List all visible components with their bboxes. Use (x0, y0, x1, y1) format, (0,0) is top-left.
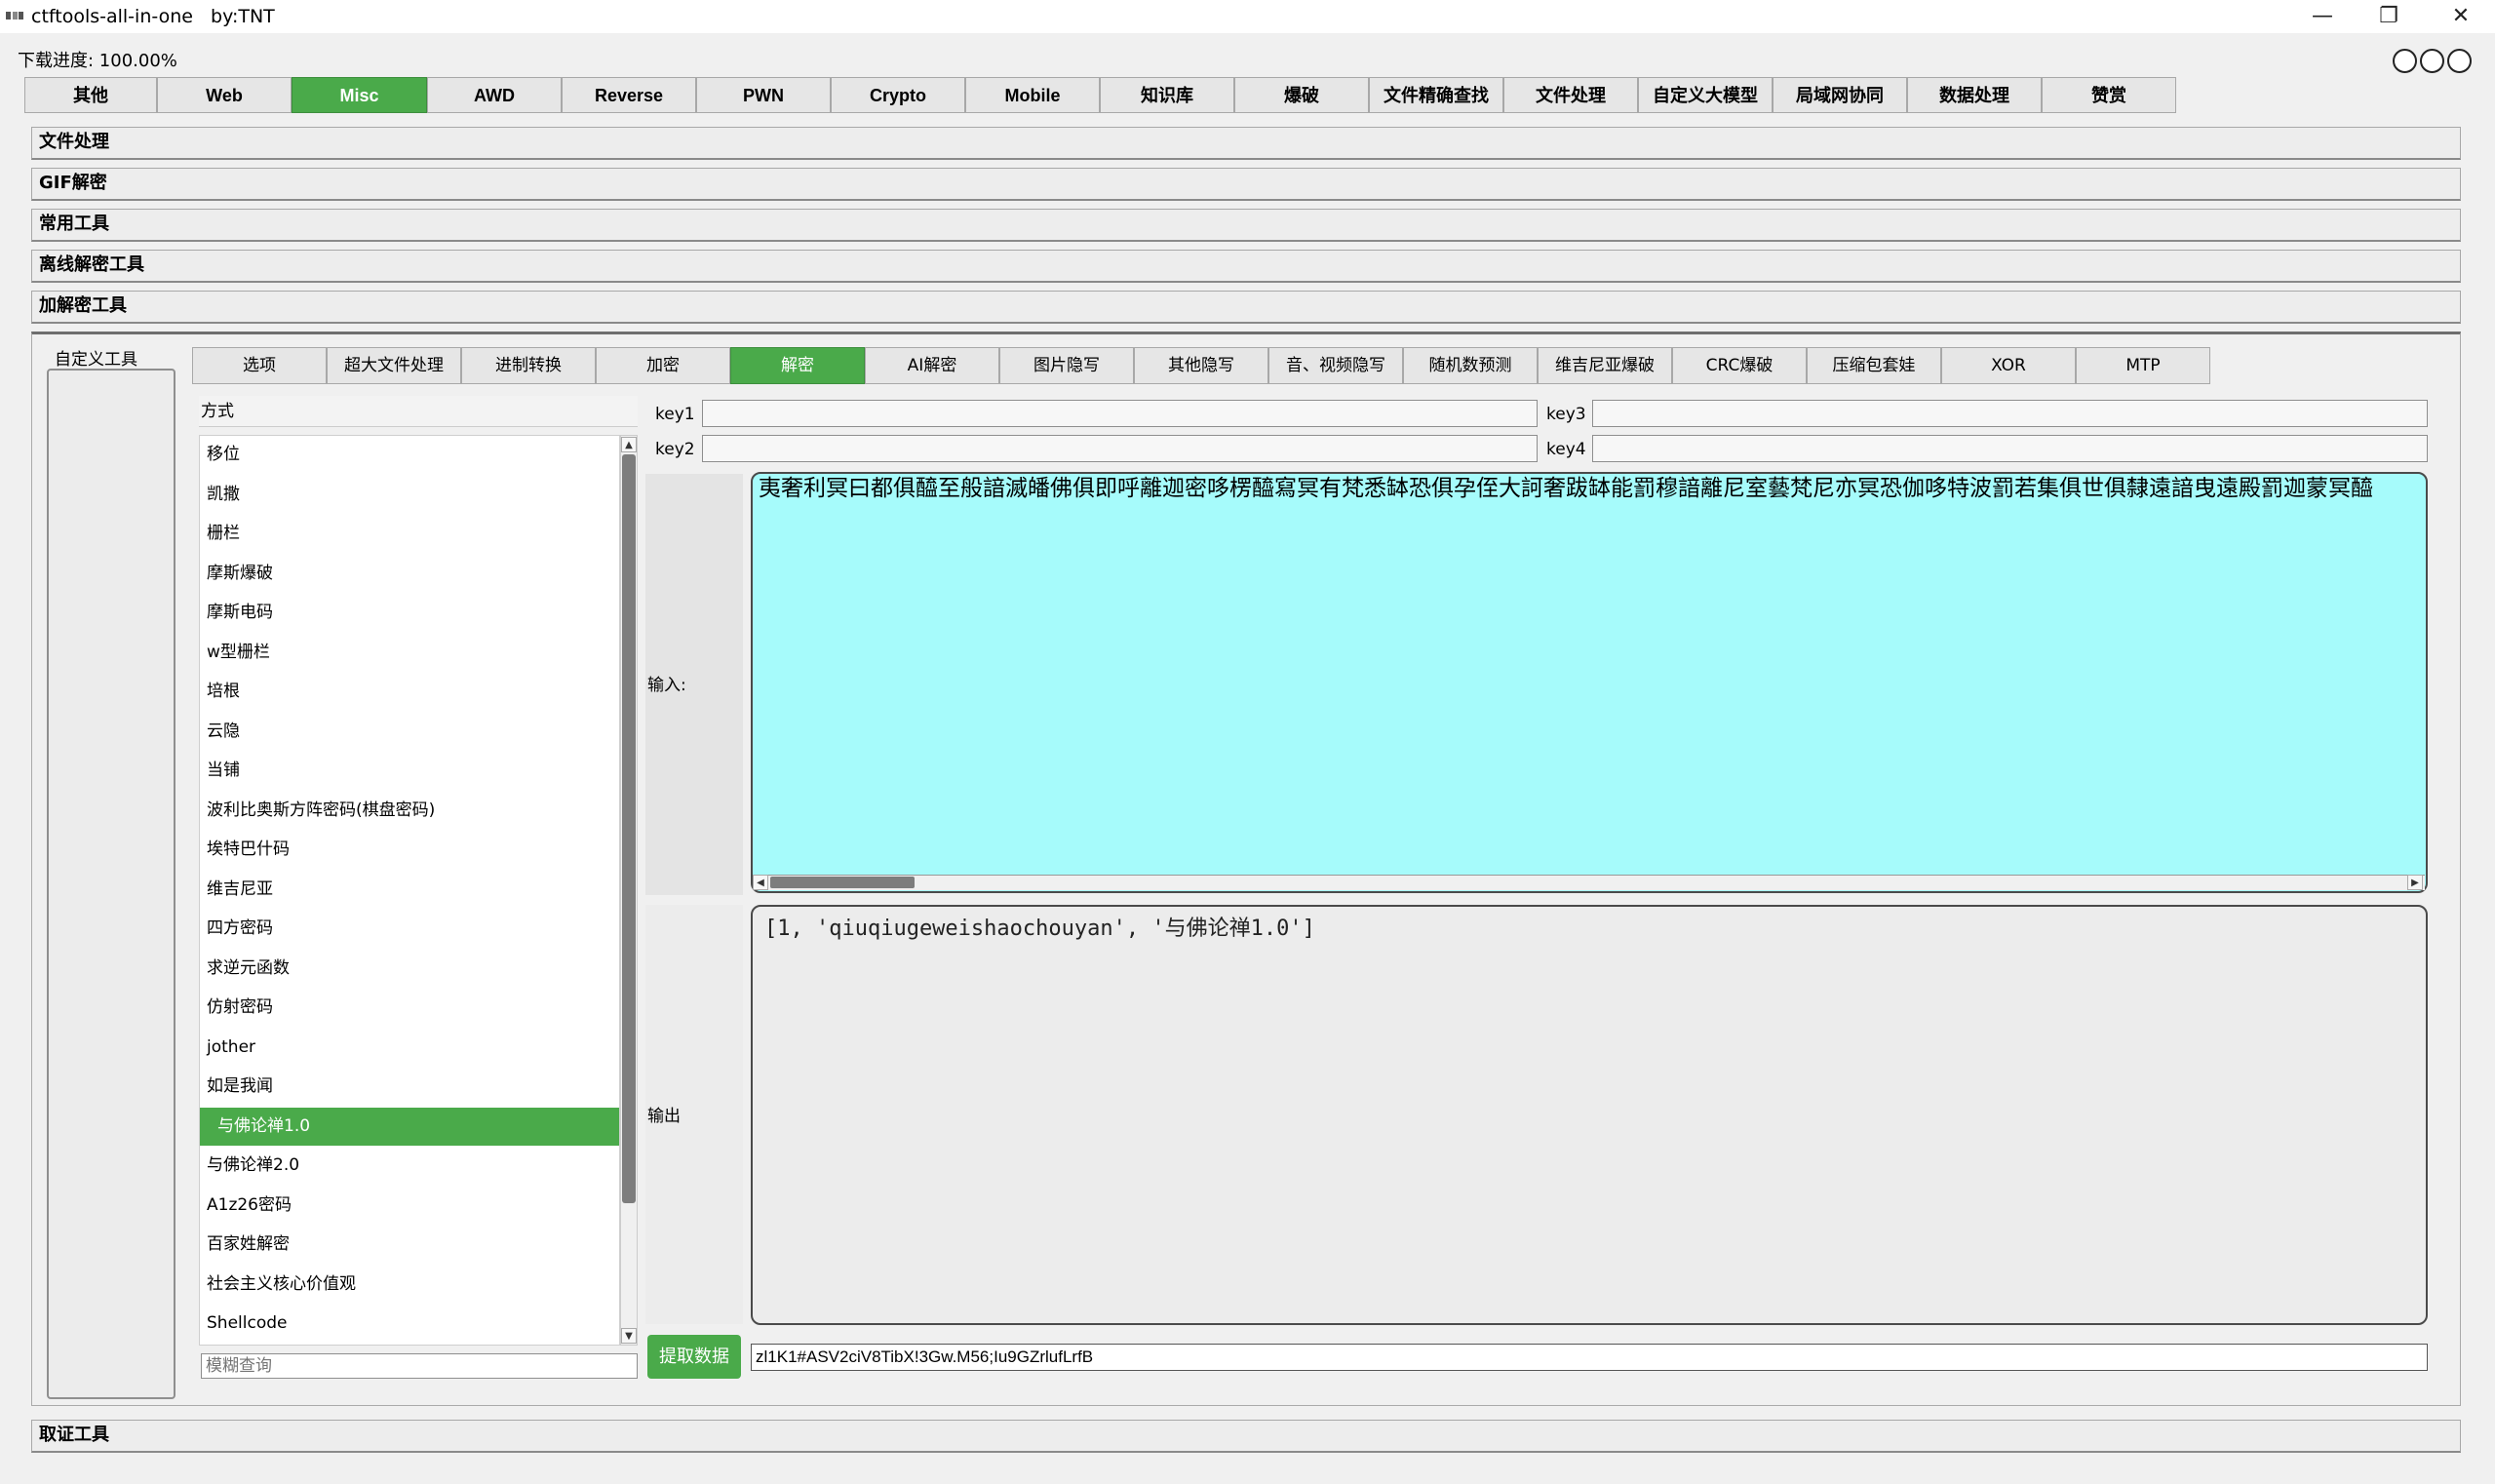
main-tab-knowledge[interactable]: 知识库 (1100, 77, 1234, 113)
scroll-up-icon[interactable]: ▲ (621, 437, 637, 452)
section-gif-decrypt[interactable]: GIF解密 (31, 168, 2461, 201)
list-item[interactable]: 云隐 (200, 713, 619, 751)
list-item[interactable]: 仿射密码 (200, 989, 619, 1027)
main-tab-misc[interactable]: Misc (292, 77, 427, 113)
list-item[interactable]: w型栅栏 (200, 634, 619, 672)
close-button[interactable]: ✕ (2430, 0, 2492, 33)
custom-tools-panel (47, 369, 175, 1399)
sub-tab-av-stego[interactable]: 音、视频隐写 (1268, 347, 1403, 384)
sub-tab-decrypt[interactable]: 解密 (730, 347, 865, 384)
section-file-processing[interactable]: 文件处理 (31, 127, 2461, 160)
main-tab-custom-model[interactable]: 自定义大模型 (1638, 77, 1773, 113)
sub-tab-encrypt[interactable]: 加密 (596, 347, 730, 384)
main-tab-data-processing[interactable]: 数据处理 (1907, 77, 2042, 113)
list-item[interactable]: 求逆元函数 (200, 950, 619, 988)
list-item[interactable]: Shellcode (200, 1305, 619, 1343)
main-tab-crypto[interactable]: Crypto (831, 77, 965, 113)
sub-tab-vigenere-brute[interactable]: 维吉尼亚爆破 (1538, 347, 1672, 384)
list-item[interactable]: 摩斯爆破 (200, 555, 619, 593)
input-text: 夷奢利冥曰都俱醯至般諳滅皤佛俱即呼離迦密哆楞醯寫冥有梵悉缽恐俱孕侄大訶奢跋缽能罰… (759, 476, 2373, 501)
scroll-left-icon[interactable]: ◀ (753, 875, 768, 890)
list-item[interactable]: A1z26密码 (200, 1187, 619, 1225)
sub-tab-options[interactable]: 选项 (192, 347, 327, 384)
main-tab-file-search[interactable]: 文件精确查找 (1369, 77, 1503, 113)
main-tab-reverse[interactable]: Reverse (562, 77, 696, 113)
list-item[interactable]: 如是我闻 (200, 1068, 619, 1106)
main-tab-web[interactable]: Web (157, 77, 292, 113)
key3-label: key3 (1546, 405, 1586, 424)
sub-tab-crc-brute[interactable]: CRC爆破 (1672, 347, 1807, 384)
input-horizontal-scrollbar[interactable] (754, 875, 2425, 890)
scroll-down-icon[interactable]: ▼ (621, 1328, 637, 1344)
toggle-circle-1[interactable] (2393, 49, 2417, 73)
section-forensics-tools[interactable]: 取证工具 (31, 1420, 2461, 1453)
list-item[interactable]: 当铺 (200, 752, 619, 790)
sub-tab-base-convert[interactable]: 进制转换 (461, 347, 596, 384)
list-item[interactable]: 社会主义核心价值观 (200, 1266, 619, 1304)
list-item[interactable]: 维吉尼亚 (200, 871, 619, 909)
minimize-button[interactable]: — (2291, 0, 2354, 33)
sub-tab-xor[interactable]: XOR (1941, 347, 2076, 384)
extracted-data-field[interactable]: zl1K1#ASV2ciV8TibX!3Gw.M56;Iu9GZrlufLrfB (751, 1344, 2428, 1371)
list-item[interactable]: 四方密码 (200, 910, 619, 948)
toggle-circle-3[interactable] (2447, 49, 2472, 73)
main-tab-other[interactable]: 其他 (24, 77, 157, 113)
section-offline-decrypt[interactable]: 离线解密工具 (31, 250, 2461, 283)
output-textarea[interactable]: [1, 'qiuqiugeweishaochouyan', '与佛论禅1.0'] (751, 905, 2428, 1325)
input-label: 输入: (647, 676, 686, 695)
sub-tab-ai-decrypt[interactable]: AI解密 (865, 347, 999, 384)
search-input[interactable] (201, 1353, 638, 1379)
method-header: 方式 (199, 396, 638, 427)
title-bar: ctftools-all-in-one by:TNT — ❐ ✕ (0, 0, 2495, 33)
list-item[interactable]: 培根 (200, 673, 619, 711)
list-item[interactable]: 埃特巴什码 (200, 831, 619, 869)
sub-tab-other-stego[interactable]: 其他隐写 (1134, 347, 1268, 384)
sub-tab-large-file[interactable]: 超大文件处理 (327, 347, 461, 384)
extract-data-button[interactable]: 提取数据 (647, 1335, 741, 1379)
list-item[interactable]: 与佛论禅2.0 (200, 1147, 619, 1185)
key4-input[interactable] (1592, 435, 2428, 462)
window-title: ctftools-all-in-one by:TNT (31, 6, 275, 27)
list-item[interactable]: 栅栏 (200, 515, 619, 553)
restore-button[interactable]: ❐ (2358, 0, 2420, 33)
output-label: 输出 (647, 1107, 681, 1126)
list-item[interactable]: 凯撒 (200, 476, 619, 514)
sub-tab-mtp[interactable]: MTP (2076, 347, 2210, 384)
input-scroll-thumb[interactable] (770, 877, 915, 888)
key1-input[interactable] (702, 400, 1538, 427)
sub-tab-random-predict[interactable]: 随机数预测 (1403, 347, 1538, 384)
download-progress: 下载进度: 100.00% (18, 51, 177, 71)
section-encrypt-decrypt-tools[interactable]: 加解密工具 (31, 291, 2461, 324)
app-icon (6, 12, 23, 20)
main-tab-lan-collab[interactable]: 局域网协同 (1773, 77, 1907, 113)
output-text: [1, 'qiuqiugeweishaochouyan', '与佛论禅1.0'] (764, 917, 1315, 941)
list-item-selected[interactable]: 与佛论禅1.0 (200, 1107, 619, 1146)
key3-input[interactable] (1592, 400, 2428, 427)
key1-label: key1 (655, 405, 695, 424)
list-item[interactable]: jother (200, 1029, 619, 1067)
list-item[interactable]: 移位 (200, 436, 619, 474)
main-tab-awd[interactable]: AWD (427, 77, 562, 113)
main-tab-donate[interactable]: 赞赏 (2042, 77, 2176, 113)
key4-label: key4 (1546, 440, 1586, 459)
method-list[interactable]: 移位 凯撒 栅栏 摩斯爆破 摩斯电码 w型栅栏 培根 云隐 当铺 波利比奥斯方阵… (199, 435, 620, 1346)
toggle-circle-2[interactable] (2420, 49, 2444, 73)
list-item[interactable]: 摩斯电码 (200, 594, 619, 632)
main-tab-mobile[interactable]: Mobile (965, 77, 1100, 113)
custom-tools-label: 自定义工具 (55, 350, 137, 370)
key2-input[interactable] (702, 435, 1538, 462)
main-tab-pwn[interactable]: PWN (696, 77, 831, 113)
main-tab-file-processing[interactable]: 文件处理 (1503, 77, 1638, 113)
sub-tab-nested-archive[interactable]: 压缩包套娃 (1807, 347, 1941, 384)
section-common-tools[interactable]: 常用工具 (31, 209, 2461, 242)
method-list-scroll-thumb[interactable] (622, 454, 636, 1203)
sub-tab-image-stego[interactable]: 图片隐写 (999, 347, 1134, 384)
input-textarea[interactable]: 夷奢利冥曰都俱醯至般諳滅皤佛俱即呼離迦密哆楞醯寫冥有梵悉缽恐俱孕侄大訶奢跋缽能罰… (751, 472, 2428, 893)
list-item[interactable]: 百家姓解密 (200, 1226, 619, 1264)
scroll-right-icon[interactable]: ▶ (2407, 875, 2423, 890)
key2-label: key2 (655, 440, 695, 459)
main-tab-bruteforce[interactable]: 爆破 (1234, 77, 1369, 113)
list-item[interactable]: 波利比奥斯方阵密码(棋盘密码) (200, 792, 619, 830)
